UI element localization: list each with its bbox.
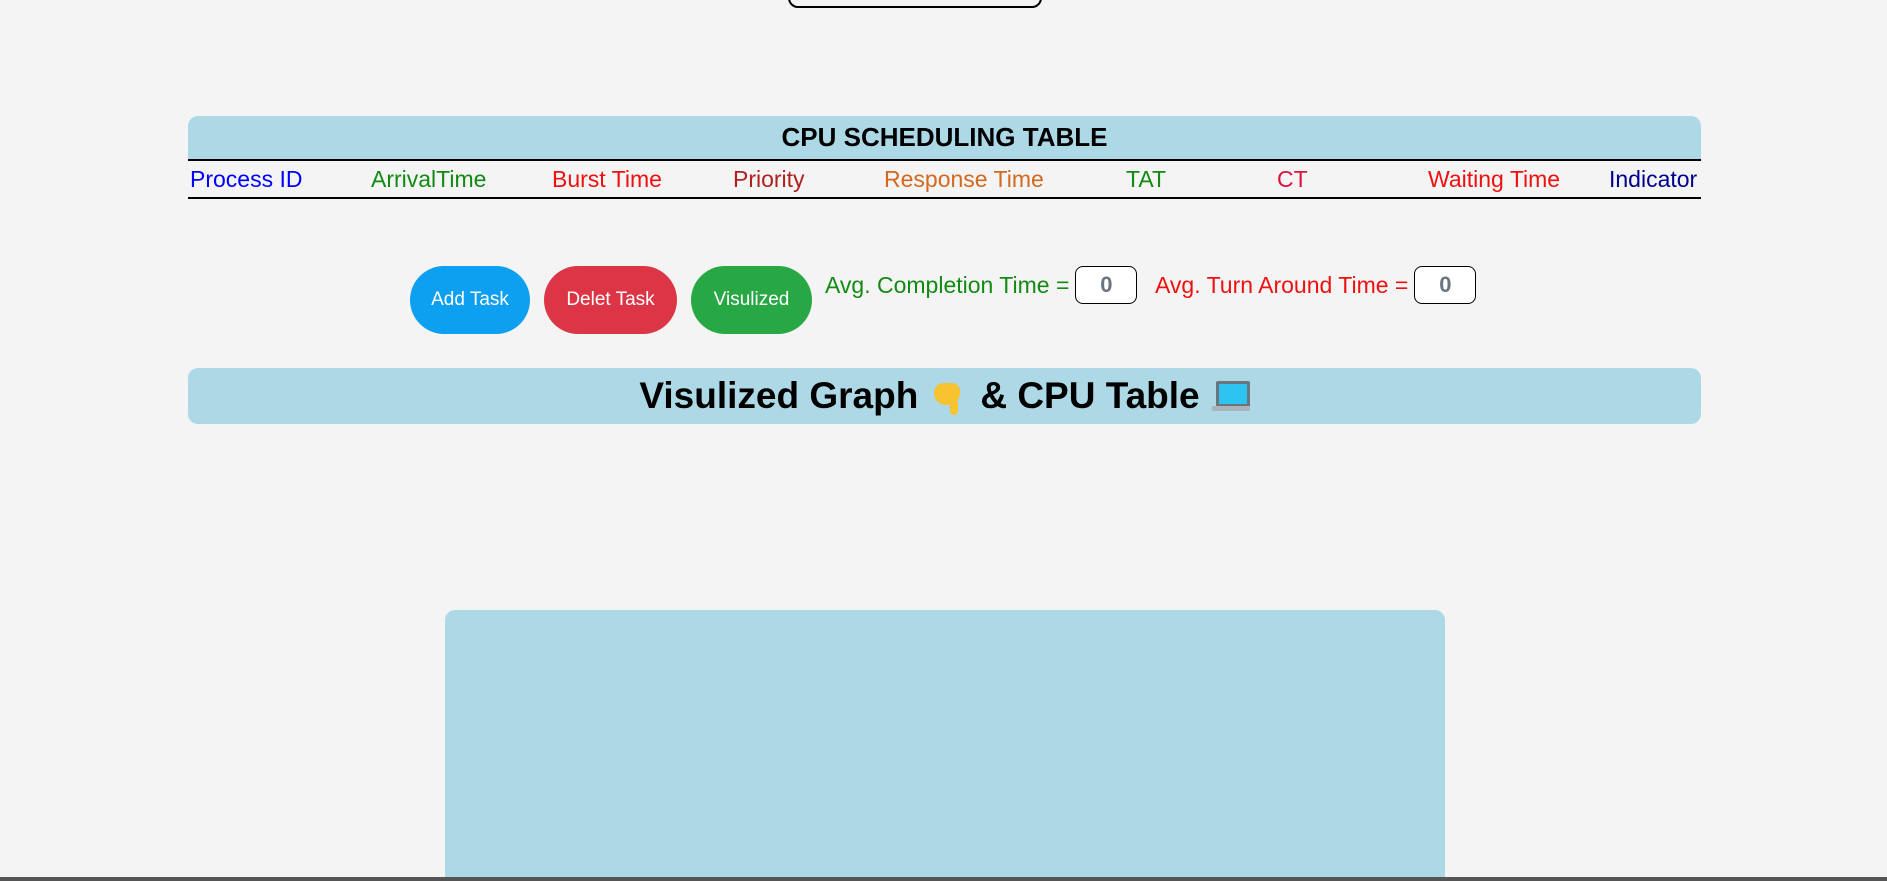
task-controls: Add Task Delet Task Visulized: [410, 266, 826, 334]
banner-title-part1: Visulized Graph: [639, 375, 919, 416]
avg-completion-value[interactable]: 0: [1075, 266, 1138, 304]
delete-task-button[interactable]: Delet Task: [544, 266, 677, 334]
avg-turnaround-label: Avg. Turn Around Time =: [1155, 271, 1409, 298]
avg-turnaround-value[interactable]: 0: [1414, 266, 1477, 304]
avg-completion-label: Avg. Completion Time =: [825, 271, 1070, 298]
visualized-graph-banner: Visulized Graph & CPU Table: [188, 368, 1701, 424]
column-waiting-time: Waiting Time: [1428, 165, 1561, 192]
column-burst-time: Burst Time: [552, 165, 662, 192]
avg-completion-time: Avg. Completion Time = 0: [825, 266, 1138, 304]
visualization-panel: [445, 610, 1445, 881]
avg-turnaround-time: Avg. Turn Around Time = 0: [1155, 266, 1477, 304]
banner-title-part2: & CPU Table: [980, 375, 1200, 416]
table-header-row: Process ID ArrivalTime Burst Time Priori…: [188, 161, 1701, 199]
column-priority: Priority: [733, 165, 805, 192]
column-ct: CT: [1277, 165, 1308, 192]
table-title: CPU SCHEDULING TABLE: [188, 116, 1701, 161]
column-arrival-time: ArrivalTime: [371, 165, 487, 192]
page: CPU SCHEDULING TABLE Process ID ArrivalT…: [0, 0, 1887, 881]
column-response-time: Response Time: [884, 165, 1044, 192]
column-tat: TAT: [1126, 165, 1167, 192]
cpu-scheduling-table: CPU SCHEDULING TABLE Process ID ArrivalT…: [188, 116, 1701, 199]
column-indicator: Indicator: [1609, 165, 1698, 192]
top-input-stub[interactable]: [788, 0, 1042, 8]
add-task-button[interactable]: Add Task: [410, 266, 530, 334]
backhand-index-pointing-down-icon: [932, 379, 966, 415]
column-process-id: Process ID: [190, 165, 303, 192]
laptop-icon: [1211, 379, 1250, 413]
visualize-button[interactable]: Visulized: [691, 266, 812, 334]
window-bottom-border: [0, 877, 1887, 881]
